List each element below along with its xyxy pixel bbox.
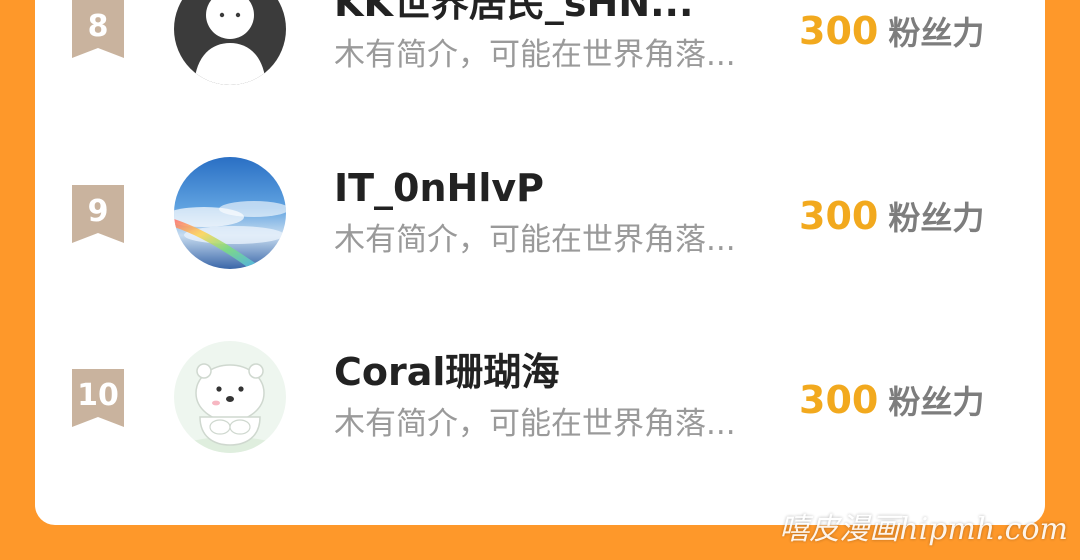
rank-number: 9 bbox=[87, 194, 109, 229]
user-bio: 木有简介，可能在世界角落... bbox=[334, 222, 736, 258]
rank-badge: 10 bbox=[72, 369, 124, 429]
user-bio: 木有简介，可能在世界角落... bbox=[334, 37, 736, 73]
leaderboard-row[interactable]: 9 IT_0nHlvP 木有简介，可能在世界角落... 300 粉丝力 bbox=[35, 155, 1045, 275]
sky-rainbow-avatar-icon bbox=[174, 157, 286, 269]
fans-power-unit: 粉丝力 bbox=[888, 383, 985, 421]
rank-number: 8 bbox=[87, 9, 109, 44]
avatar[interactable] bbox=[174, 0, 286, 85]
leaderboard-row[interactable]: 8 KK世界居民_sHN... 木有简介，可能在世界角落... 300 粉丝力 bbox=[35, 0, 1045, 90]
username: IT_0nHlvP bbox=[334, 166, 545, 210]
polar-bear-avatar-icon bbox=[174, 341, 286, 453]
fans-power-value: 300 bbox=[799, 194, 879, 238]
fans-power: 300 粉丝力 bbox=[799, 194, 984, 246]
fans-power-unit: 粉丝力 bbox=[888, 14, 985, 52]
fans-power: 300 粉丝力 bbox=[799, 378, 984, 430]
leaderboard-card: 8 KK世界居民_sHN... 木有简介，可能在世界角落... 300 粉丝力 9 bbox=[35, 0, 1045, 525]
username: Coral珊瑚海 bbox=[334, 350, 560, 394]
avatar[interactable] bbox=[174, 341, 286, 453]
fans-power-unit: 粉丝力 bbox=[888, 199, 985, 237]
rank-badge: 8 bbox=[72, 0, 124, 60]
fans-power-value: 300 bbox=[799, 9, 879, 53]
rank-number: 10 bbox=[77, 378, 119, 413]
site-watermark: 嘻皮漫画hipmh.com bbox=[779, 512, 1068, 547]
fans-power: 300 粉丝力 bbox=[799, 9, 984, 61]
avatar[interactable] bbox=[174, 157, 286, 269]
rank-badge: 9 bbox=[72, 185, 124, 245]
leaderboard-row[interactable]: 10 Coral珊瑚海 木有简介，可能在世界角落... 300 粉丝力 bbox=[35, 339, 1045, 459]
fans-power-value: 300 bbox=[799, 378, 879, 422]
user-bio: 木有简介，可能在世界角落... bbox=[334, 406, 736, 442]
default-person-avatar-icon bbox=[174, 0, 286, 85]
username: KK世界居民_sHN... bbox=[334, 0, 694, 25]
